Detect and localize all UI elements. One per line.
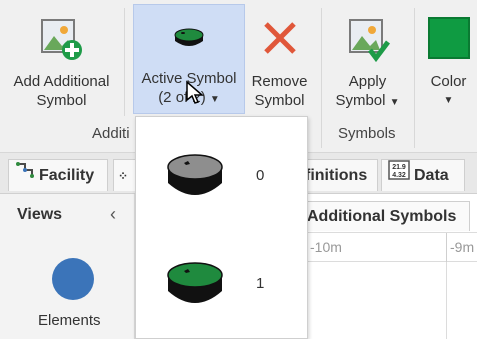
apply-symbol-label-line2: Symbol [335,92,386,109]
chevron-left-icon[interactable]: ‹ [110,204,116,225]
tab-facility[interactable]: Facility [8,159,108,191]
group-label-additional: Additi [92,125,130,142]
add-image-icon [38,16,86,67]
active-symbol-dropdown: 0 1 [135,116,308,339]
elements-label: Elements [38,312,101,329]
link-icon: ⁘ [118,169,129,183]
add-additional-label-line1: Add Additional [13,73,110,90]
active-symbol-icon [169,21,209,56]
color-swatch-icon [427,16,471,63]
apply-symbol-label-line1: Apply [348,73,387,90]
symbol-0-icon [164,149,226,206]
tab-data[interactable]: 21.9 4.32 Data [381,159,465,191]
tab-definitions[interactable]: finitions [300,159,378,191]
add-additional-symbol-button[interactable]: Add Additional Symbol [0,4,123,114]
ruler-label: -9m [450,239,475,255]
ruler-label: -10m [310,239,342,255]
remove-symbol-label-line2: Symbol [254,92,305,109]
ribbon-separator [414,8,415,148]
dropdown-item-0-label: 0 [256,167,265,184]
tab-collapsed[interactable]: ⁘ [113,159,137,191]
group-label-symbols: Symbols [338,125,396,142]
dropdown-item-1[interactable]: 1 [136,235,307,325]
views-title: Views [17,206,63,223]
dropdown-item-1-label: 1 [256,275,265,292]
color-button[interactable]: Color ▼ [420,4,477,114]
svg-text:21.9: 21.9 [392,164,406,171]
tab-data-label: Data [414,167,449,185]
apply-image-icon [344,16,392,67]
dropdown-item-0[interactable]: 0 [136,127,307,217]
facility-icon [15,160,35,192]
ruler-tick [446,233,447,263]
chevron-down-icon: ▼ [209,94,220,105]
tab-additional-symbols[interactable]: Additional Symbols [300,201,470,231]
apply-symbol-button[interactable]: Apply Symbol ▼ [325,4,410,114]
grid-line [446,262,447,339]
ribbon-separator [321,8,322,148]
chevron-down-icon: ▼ [389,97,400,108]
remove-symbol-label-line1: Remove [251,73,308,90]
mouse-cursor-icon [185,80,207,109]
data-icon: 21.9 4.32 [388,160,410,192]
ruler: -10m -9m [300,232,477,263]
remove-symbol-button[interactable]: Remove Symbol [247,4,312,114]
tab-facility-label: Facility [39,167,95,185]
color-label: Color [430,73,467,90]
ribbon-separator [124,8,125,116]
elements-icon[interactable] [52,258,94,300]
chevron-down-icon: ▼ [443,95,454,106]
close-icon [262,20,298,59]
svg-text:4.32: 4.32 [392,172,406,179]
views-panel: Views ‹ Elements [0,194,135,339]
symbol-1-icon [164,257,226,314]
tab-definitions-label: finitions [305,167,368,184]
add-additional-label-line2: Symbol [36,92,87,109]
